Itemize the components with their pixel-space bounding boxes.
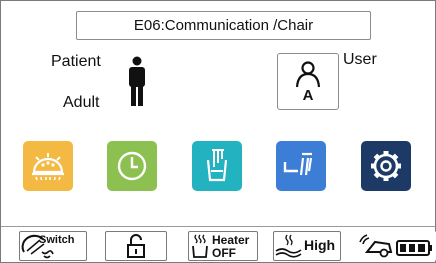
user-mode: A	[302, 87, 314, 104]
patient-adult-icon[interactable]	[125, 56, 149, 108]
toolbar-divider	[1, 226, 435, 227]
cup-fill-icon	[206, 149, 228, 182]
water-level-value: High	[304, 237, 336, 253]
timer-button[interactable]	[107, 141, 157, 191]
cup-heater-icon	[192, 234, 208, 258]
lock-button[interactable]	[105, 231, 167, 261]
patient-type: Adult	[63, 94, 100, 111]
settings-button[interactable]	[361, 141, 411, 191]
water-level-button[interactable]: High	[273, 231, 341, 261]
lamp-icon	[32, 153, 64, 181]
user-icon	[295, 61, 321, 88]
unlock-icon	[127, 234, 145, 258]
cup-fill-button[interactable]	[192, 141, 242, 191]
wireless-pedal-battery-icon	[359, 234, 432, 258]
pedal-status	[356, 231, 436, 261]
chair-position-button[interactable]	[276, 141, 326, 191]
user-button[interactable]: A	[277, 53, 339, 110]
clock-icon	[117, 151, 147, 181]
gear-icon	[371, 151, 401, 181]
heater-state: OFF	[212, 246, 236, 260]
chair-position-icon	[283, 152, 313, 176]
water-heat-icon	[275, 234, 302, 258]
heater-label: Heater	[212, 233, 250, 247]
status-message: E06:Communication /Chair	[76, 11, 371, 40]
user-label: User	[343, 51, 377, 68]
heater-button[interactable]: Heater OFF	[188, 231, 258, 261]
status-text: E06:Communication /Chair	[133, 17, 314, 34]
patient-label: Patient	[51, 53, 101, 70]
switch-label: Switch	[39, 234, 75, 246]
switch-button[interactable]: Switch	[19, 231, 87, 261]
lamp-button[interactable]	[23, 141, 73, 191]
dental-chair-screen: E06:Communication /Chair Patient Adult A…	[0, 0, 436, 263]
